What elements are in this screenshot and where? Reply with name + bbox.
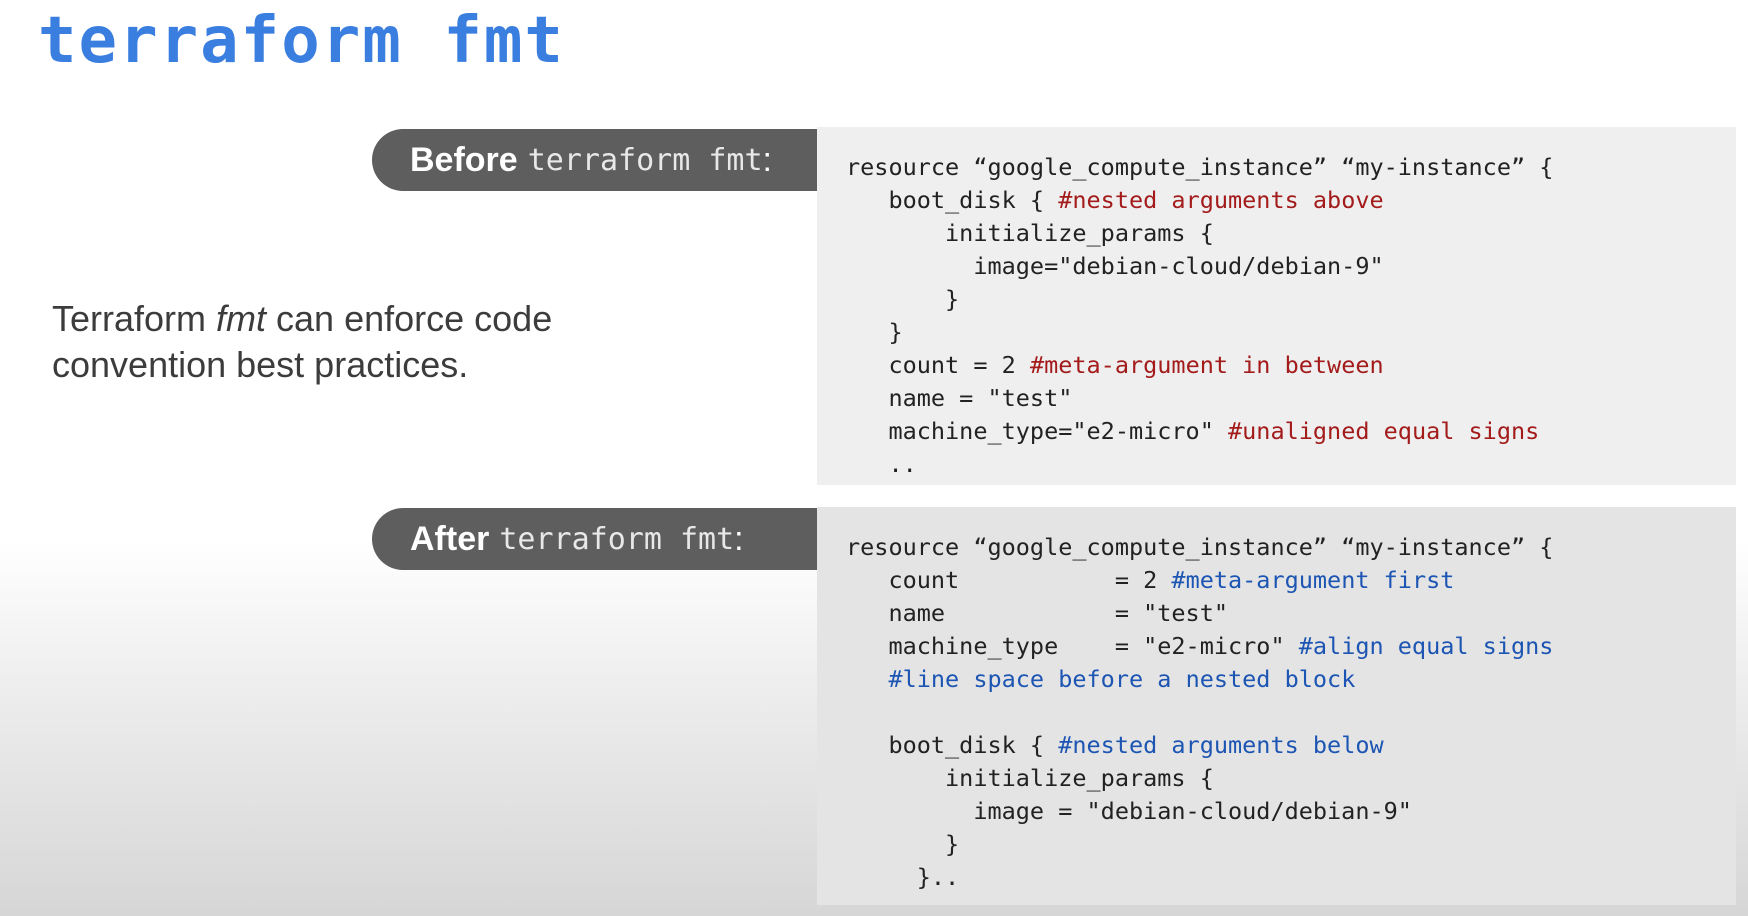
code-comment: #line space before a nested block — [888, 665, 1356, 693]
code-comment: #meta-argument first — [1171, 566, 1455, 594]
code-text: } — [846, 830, 960, 858]
code-comment: #nested arguments above — [1058, 186, 1384, 214]
code-text: count = 2 — [846, 351, 1030, 379]
after-label: After — [410, 519, 490, 558]
code-text: boot_disk { — [846, 731, 1059, 759]
description-part1: Terraform — [52, 298, 217, 339]
code-text: resource “google_compute_instance” “my-i… — [846, 533, 1554, 561]
code-text: initialize_params { — [846, 219, 1214, 247]
before-colon: : — [762, 140, 772, 179]
after-label-pill: After terraform fmt: — [372, 508, 817, 570]
after-colon: : — [734, 519, 744, 558]
code-line: count = 2 #meta-argument first — [846, 564, 1736, 597]
code-line: } — [846, 828, 1736, 861]
code-line: image="debian-cloud/debian-9" — [846, 250, 1736, 283]
before-label-pill: Before terraform fmt: — [372, 129, 817, 191]
code-text: }.. — [846, 863, 960, 891]
code-text: .. — [846, 450, 917, 478]
code-comment: #unaligned equal signs — [1228, 417, 1540, 445]
after-code-block: resource “google_compute_instance” “my-i… — [817, 507, 1736, 894]
code-line: resource “google_compute_instance” “my-i… — [846, 531, 1736, 564]
code-line: }.. — [846, 861, 1736, 894]
code-text: count = 2 — [846, 566, 1172, 594]
before-label: Before — [410, 140, 518, 179]
code-line: .. — [846, 448, 1736, 481]
code-text: image = "debian-cloud/debian-9" — [846, 797, 1412, 825]
code-line: image = "debian-cloud/debian-9" — [846, 795, 1736, 828]
code-line: machine_type="e2-micro" #unaligned equal… — [846, 415, 1736, 448]
code-text: name = "test" — [846, 384, 1073, 412]
code-line: count = 2 #meta-argument in between — [846, 349, 1736, 382]
description-italic: fmt — [216, 298, 267, 339]
code-text: boot_disk { — [846, 186, 1059, 214]
after-command: terraform fmt — [499, 521, 735, 557]
code-line: name = "test" — [846, 597, 1736, 630]
code-comment: #nested arguments below — [1058, 731, 1384, 759]
code-line: initialize_params { — [846, 217, 1736, 250]
code-line: machine_type = "e2-micro" #align equal s… — [846, 630, 1736, 663]
code-text: machine_type="e2-micro" — [846, 417, 1229, 445]
code-text: image="debian-cloud/debian-9" — [846, 252, 1384, 280]
code-line: boot_disk { #nested arguments above — [846, 184, 1736, 217]
code-text: } — [846, 318, 903, 346]
code-text: resource “google_compute_instance” “my-i… — [846, 153, 1554, 181]
code-line: resource “google_compute_instance” “my-i… — [846, 151, 1736, 184]
code-line: name = "test" — [846, 382, 1736, 415]
after-code-panel: resource “google_compute_instance” “my-i… — [817, 507, 1736, 905]
code-line: } — [846, 316, 1736, 349]
code-text: name = "test" — [846, 599, 1229, 627]
slide-title: terraform fmt — [38, 4, 565, 78]
code-line: } — [846, 283, 1736, 316]
before-code-panel: resource “google_compute_instance” “my-i… — [817, 127, 1736, 485]
code-line: boot_disk { #nested arguments below — [846, 729, 1736, 762]
before-code-block: resource “google_compute_instance” “my-i… — [817, 127, 1736, 481]
code-comment: #meta-argument in between — [1029, 351, 1384, 379]
slide-description: Terraform fmt can enforce code conventio… — [52, 296, 672, 388]
code-line: initialize_params { — [846, 762, 1736, 795]
code-comment: #align equal signs — [1298, 632, 1554, 660]
before-command: terraform fmt — [527, 142, 763, 178]
code-text: machine_type = "e2-micro" — [846, 632, 1299, 660]
code-text: } — [846, 285, 960, 313]
code-text: initialize_params { — [846, 764, 1214, 792]
code-line: #line space before a nested block — [846, 663, 1736, 696]
